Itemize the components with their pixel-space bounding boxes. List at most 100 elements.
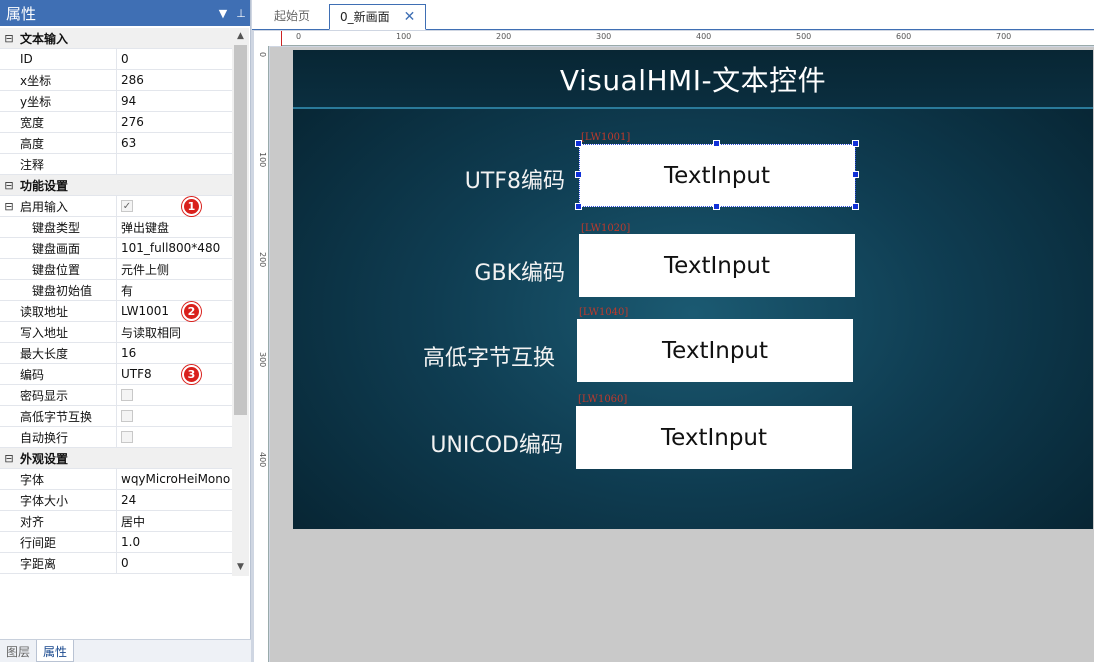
property-value[interactable]: 0 (116, 553, 232, 573)
property-value[interactable]: 24 (116, 490, 232, 510)
property-checkbox[interactable] (121, 431, 133, 443)
property-value[interactable]: 63 (116, 133, 232, 153)
property-value[interactable]: 有 (116, 280, 232, 300)
control-label: 高低字节互换 (422, 346, 555, 371)
property-value[interactable]: 286 (116, 70, 232, 90)
property-value[interactable]: 与读取相同 (116, 322, 232, 342)
property-checkbox[interactable] (121, 389, 133, 401)
resize-handle[interactable] (852, 140, 859, 147)
property-key: ID (20, 52, 33, 66)
property-row[interactable]: 宽度 276 (0, 112, 232, 133)
property-row[interactable]: 密码显示 (0, 385, 232, 406)
text-input-byte-swap[interactable]: TextInput (577, 319, 853, 382)
property-row[interactable]: 最大长度 16 (0, 343, 232, 364)
text-input-gbk[interactable]: TextInput (579, 234, 855, 297)
resize-handle[interactable] (713, 140, 720, 147)
property-row[interactable]: 字距离 0 (0, 553, 232, 574)
category-label: 功能设置 (20, 178, 69, 193)
tab-properties[interactable]: 属性 (36, 640, 75, 662)
property-value[interactable]: 101_full800*480 (116, 238, 232, 258)
property-value[interactable]: wqyMicroHeiMono (116, 469, 232, 489)
resize-handle[interactable] (713, 203, 720, 210)
collapse-icon[interactable]: ⊟ (0, 32, 18, 45)
close-icon[interactable]: ✕ (404, 9, 416, 25)
property-value[interactable]: 1.0 (116, 532, 232, 552)
property-row[interactable]: y坐标 94 (0, 91, 232, 112)
scroll-down-icon[interactable]: ▼ (232, 559, 249, 576)
property-value[interactable]: 94 (116, 91, 232, 111)
hmi-screen[interactable]: VisualHMI-文本控件 [LW1001] UTF8编码 TextInput… (293, 50, 1093, 529)
tab-new-screen[interactable]: 0_新画面 ✕ (329, 4, 427, 30)
vertical-ruler: 0 100 200 300 400 (254, 46, 269, 662)
resize-handle[interactable] (575, 140, 582, 147)
resize-handle[interactable] (852, 171, 859, 178)
property-value[interactable]: 16 (116, 343, 232, 363)
property-value[interactable] (116, 427, 232, 447)
property-value[interactable]: 0 (116, 49, 232, 69)
property-row[interactable]: 行间距 1.0 (0, 532, 232, 553)
dropdown-icon[interactable]: ▼ (214, 7, 232, 20)
property-scrollbar[interactable]: ▲ ▼ (232, 28, 249, 576)
tab-start-page[interactable]: 起始页 (264, 4, 320, 30)
property-value[interactable]: ✓ (116, 196, 232, 216)
property-value[interactable] (116, 154, 232, 174)
collapse-icon[interactable]: ⊟ (0, 179, 18, 192)
property-row[interactable]: 注释 (0, 154, 232, 175)
property-value[interactable]: 276 (116, 112, 232, 132)
property-value[interactable]: LW1001 (116, 301, 232, 321)
property-row[interactable]: 键盘初始值 有 (0, 280, 232, 301)
property-row[interactable]: x坐标 286 (0, 70, 232, 91)
property-key: 行间距 (20, 535, 57, 550)
collapse-icon[interactable]: ⊟ (0, 452, 18, 465)
property-row[interactable]: 对齐 居中 (0, 511, 232, 532)
property-value[interactable]: 居中 (116, 511, 232, 531)
property-row[interactable]: ID 0 (0, 49, 232, 70)
property-row[interactable]: 自动换行 (0, 427, 232, 448)
address-label: [LW1001] (581, 132, 631, 143)
tab-layers[interactable]: 图层 (0, 640, 36, 662)
property-row[interactable]: 高度 63 (0, 133, 232, 154)
screen-title-bar: VisualHMI-文本控件 (293, 50, 1093, 109)
horizontal-ruler: 0 100 200 300 400 500 600 700 (282, 31, 1094, 46)
property-row[interactable]: 高低字节互换 (0, 406, 232, 427)
property-key: 高低字节互换 (20, 409, 93, 424)
resize-handle[interactable] (575, 171, 582, 178)
property-key: 注释 (20, 157, 45, 172)
property-checkbox[interactable] (121, 410, 133, 422)
property-row[interactable]: 写入地址 与读取相同 (0, 322, 232, 343)
scroll-thumb[interactable] (234, 45, 247, 415)
property-value[interactable]: 弹出键盘 (116, 217, 232, 237)
property-category[interactable]: ⊟ 外观设置 (0, 448, 232, 469)
property-row[interactable]: 字体大小 24 (0, 490, 232, 511)
ruler-tick-label: 300 (258, 352, 267, 368)
property-value[interactable] (116, 406, 232, 426)
control-label: GBK编码 (474, 261, 565, 286)
property-row[interactable]: 键盘位置 元件上侧 (0, 259, 232, 280)
text-input-unicode[interactable]: TextInput (576, 406, 852, 469)
property-key: 密码显示 (20, 388, 69, 403)
resize-handle[interactable] (852, 203, 859, 210)
callout-badge-3: 3 (182, 365, 201, 384)
ruler-tick-label: 400 (696, 32, 712, 41)
property-category[interactable]: ⊟ 文本输入 (0, 28, 232, 49)
property-row[interactable]: 键盘画面 101_full800*480 (0, 238, 232, 259)
property-key: 宽度 (20, 115, 45, 130)
property-value[interactable] (116, 385, 232, 405)
property-row[interactable]: 键盘类型 弹出键盘 (0, 217, 232, 238)
ruler-tick-label: 100 (258, 152, 267, 168)
screen-title: VisualHMI-文本控件 (559, 63, 827, 97)
scroll-up-icon[interactable]: ▲ (232, 28, 249, 45)
pin-icon[interactable]: ⊥ (232, 7, 250, 20)
panel-header: 属性 ▼ ⊥ (0, 0, 250, 26)
property-value[interactable]: UTF8 (116, 364, 232, 384)
ruler-tick-label: 200 (258, 252, 267, 268)
property-value[interactable]: 元件上侧 (116, 259, 232, 279)
property-category[interactable]: ⊟ 功能设置 (0, 175, 232, 196)
tab-start-label: 起始页 (274, 9, 311, 23)
property-checkbox[interactable]: ✓ (121, 200, 133, 212)
collapse-icon[interactable]: ⊟ (0, 200, 18, 213)
panel-title: 属性 (6, 4, 37, 23)
resize-handle[interactable] (575, 203, 582, 210)
property-key: 读取地址 (20, 304, 69, 319)
property-row[interactable]: 字体 wqyMicroHeiMono (0, 469, 232, 490)
